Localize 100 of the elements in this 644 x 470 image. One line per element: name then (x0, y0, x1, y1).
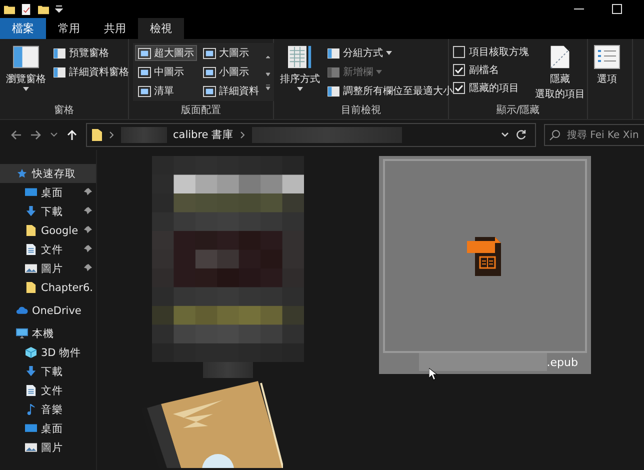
pin-icon[interactable] (83, 207, 92, 216)
cube-icon (25, 347, 37, 358)
back-icon[interactable] (10, 129, 22, 141)
folder-icon (25, 225, 37, 236)
blurred-area (121, 127, 167, 143)
group-label: 顯示/隱藏 (495, 104, 541, 117)
nav-item[interactable]: 下載 (0, 202, 96, 221)
view-icon (203, 48, 216, 58)
ribbon-tab[interactable]: 檔案 (0, 18, 46, 39)
folder-icon (91, 129, 103, 141)
layout-option[interactable]: 超大圖示 (135, 45, 197, 61)
up-icon[interactable] (66, 129, 78, 141)
nav-item[interactable]: 本機 (0, 324, 96, 343)
layout-option[interactable]: 小圖示 (200, 64, 262, 80)
nav-item[interactable]: OneDrive (0, 301, 96, 320)
pane-icon (327, 48, 340, 58)
group-label: 版面配置 (180, 104, 222, 117)
layout-option[interactable]: 清單 (135, 83, 197, 99)
desktop-icon (25, 423, 37, 434)
properties-icon[interactable] (21, 4, 32, 14)
mouse-cursor-icon (429, 368, 438, 381)
file-name: .epub (546, 356, 578, 368)
nav-item[interactable]: 下載 (0, 362, 96, 381)
checkbox-option[interactable]: 項目核取方塊 (453, 45, 529, 59)
refresh-icon[interactable] (515, 129, 527, 141)
pane-icon (327, 66, 340, 78)
chevron-icon (109, 131, 115, 139)
pin-icon[interactable] (83, 245, 92, 254)
view-icon (203, 66, 216, 78)
nav-item[interactable]: 圖片 (0, 259, 96, 278)
folder-icon (25, 282, 37, 293)
group-label: 目前檢視 (340, 104, 382, 117)
large-ribbon-button[interactable]: 隱藏 選取的項目 (533, 43, 587, 103)
group-label: 窗格 (53, 104, 75, 117)
nav-item[interactable]: 桌面 (0, 183, 96, 202)
layout-option[interactable]: 詳細資料 (200, 83, 262, 99)
ribbon-button[interactable]: 預覽窗格 (52, 45, 130, 61)
pictures-icon (25, 263, 37, 274)
nav-item[interactable]: 3D 物件 (0, 343, 96, 362)
nav-item[interactable]: Google (0, 221, 96, 240)
ribbon-tab[interactable]: 檢視 (138, 18, 184, 39)
music-note-icon (25, 404, 37, 415)
pane-icon (327, 86, 340, 96)
ribbon-button[interactable]: 分組方式 (326, 45, 454, 61)
caret-icon[interactable] (501, 131, 509, 139)
desktop-icon (25, 187, 37, 198)
pin-icon[interactable] (83, 264, 92, 273)
nav-item[interactable]: 圖片 (0, 438, 96, 457)
large-ribbon-button[interactable]: 瀏覽窗格 (4, 43, 48, 103)
computer-icon (16, 328, 28, 339)
nav-item[interactable]: 音樂 (0, 400, 96, 419)
pin-icon[interactable] (83, 226, 92, 235)
view-icon (203, 86, 216, 96)
download-icon (25, 366, 37, 377)
document-icon (25, 385, 37, 396)
breadcrumb[interactable]: calibre 書庫 (173, 128, 234, 142)
layout-option[interactable]: 大圖示 (200, 45, 262, 61)
large-ribbon-button[interactable]: 選項 (592, 43, 622, 117)
checkbox[interactable] (453, 82, 465, 94)
checkbox[interactable] (453, 64, 465, 76)
nav-item[interactable]: Chapter6. (0, 278, 96, 297)
folder-icon (4, 4, 15, 14)
pane-icon (53, 48, 66, 58)
ribbon-button[interactable]: 詳細資料窗格 (52, 64, 130, 80)
layout-option[interactable]: 中圖示 (135, 64, 197, 80)
view-icon (138, 66, 151, 78)
nav-item[interactable]: 文件 (0, 381, 96, 400)
maximize-icon[interactable] (612, 4, 622, 14)
large-ribbon-button[interactable]: 排序方式 (278, 43, 322, 103)
view-icon (138, 48, 151, 58)
download-icon (25, 206, 37, 217)
blurred-area (203, 362, 253, 378)
checkbox[interactable] (453, 46, 465, 58)
cloud-icon (16, 305, 28, 316)
epub-file-icon (467, 236, 503, 276)
search-icon (549, 129, 561, 141)
ribbon-tab[interactable]: 共用 (92, 18, 138, 39)
nav-item[interactable]: 桌面 (0, 419, 96, 438)
ribbon-button[interactable]: 調整所有欄位至最適大小 (326, 83, 454, 99)
sort-icon (287, 45, 313, 69)
caret-icon[interactable] (55, 5, 63, 13)
checkbox-option[interactable]: 隱藏的項目 (453, 81, 529, 95)
document-icon (25, 244, 37, 255)
file-item[interactable]: .epub (379, 156, 591, 374)
forward-icon[interactable] (30, 129, 42, 141)
options-icon (594, 45, 620, 69)
star-icon (16, 168, 28, 179)
pane-icon (13, 45, 39, 69)
new-folder-icon[interactable] (38, 4, 49, 14)
address-bar[interactable]: calibre 書庫 (86, 123, 536, 147)
nav-item[interactable]: 文件 (0, 240, 96, 259)
nav-item[interactable]: 快速存取 (0, 164, 96, 183)
ribbon-tab[interactable]: 常用 (46, 18, 92, 39)
chevron-icon (240, 131, 246, 139)
view-icon (138, 86, 151, 96)
pin-icon[interactable] (83, 188, 92, 197)
pane-icon (53, 66, 66, 78)
checkbox-option[interactable]: 副檔名 (453, 63, 529, 77)
search-field[interactable]: 搜尋 Fei Ke Xin (544, 124, 644, 146)
pictures-icon (25, 442, 37, 453)
